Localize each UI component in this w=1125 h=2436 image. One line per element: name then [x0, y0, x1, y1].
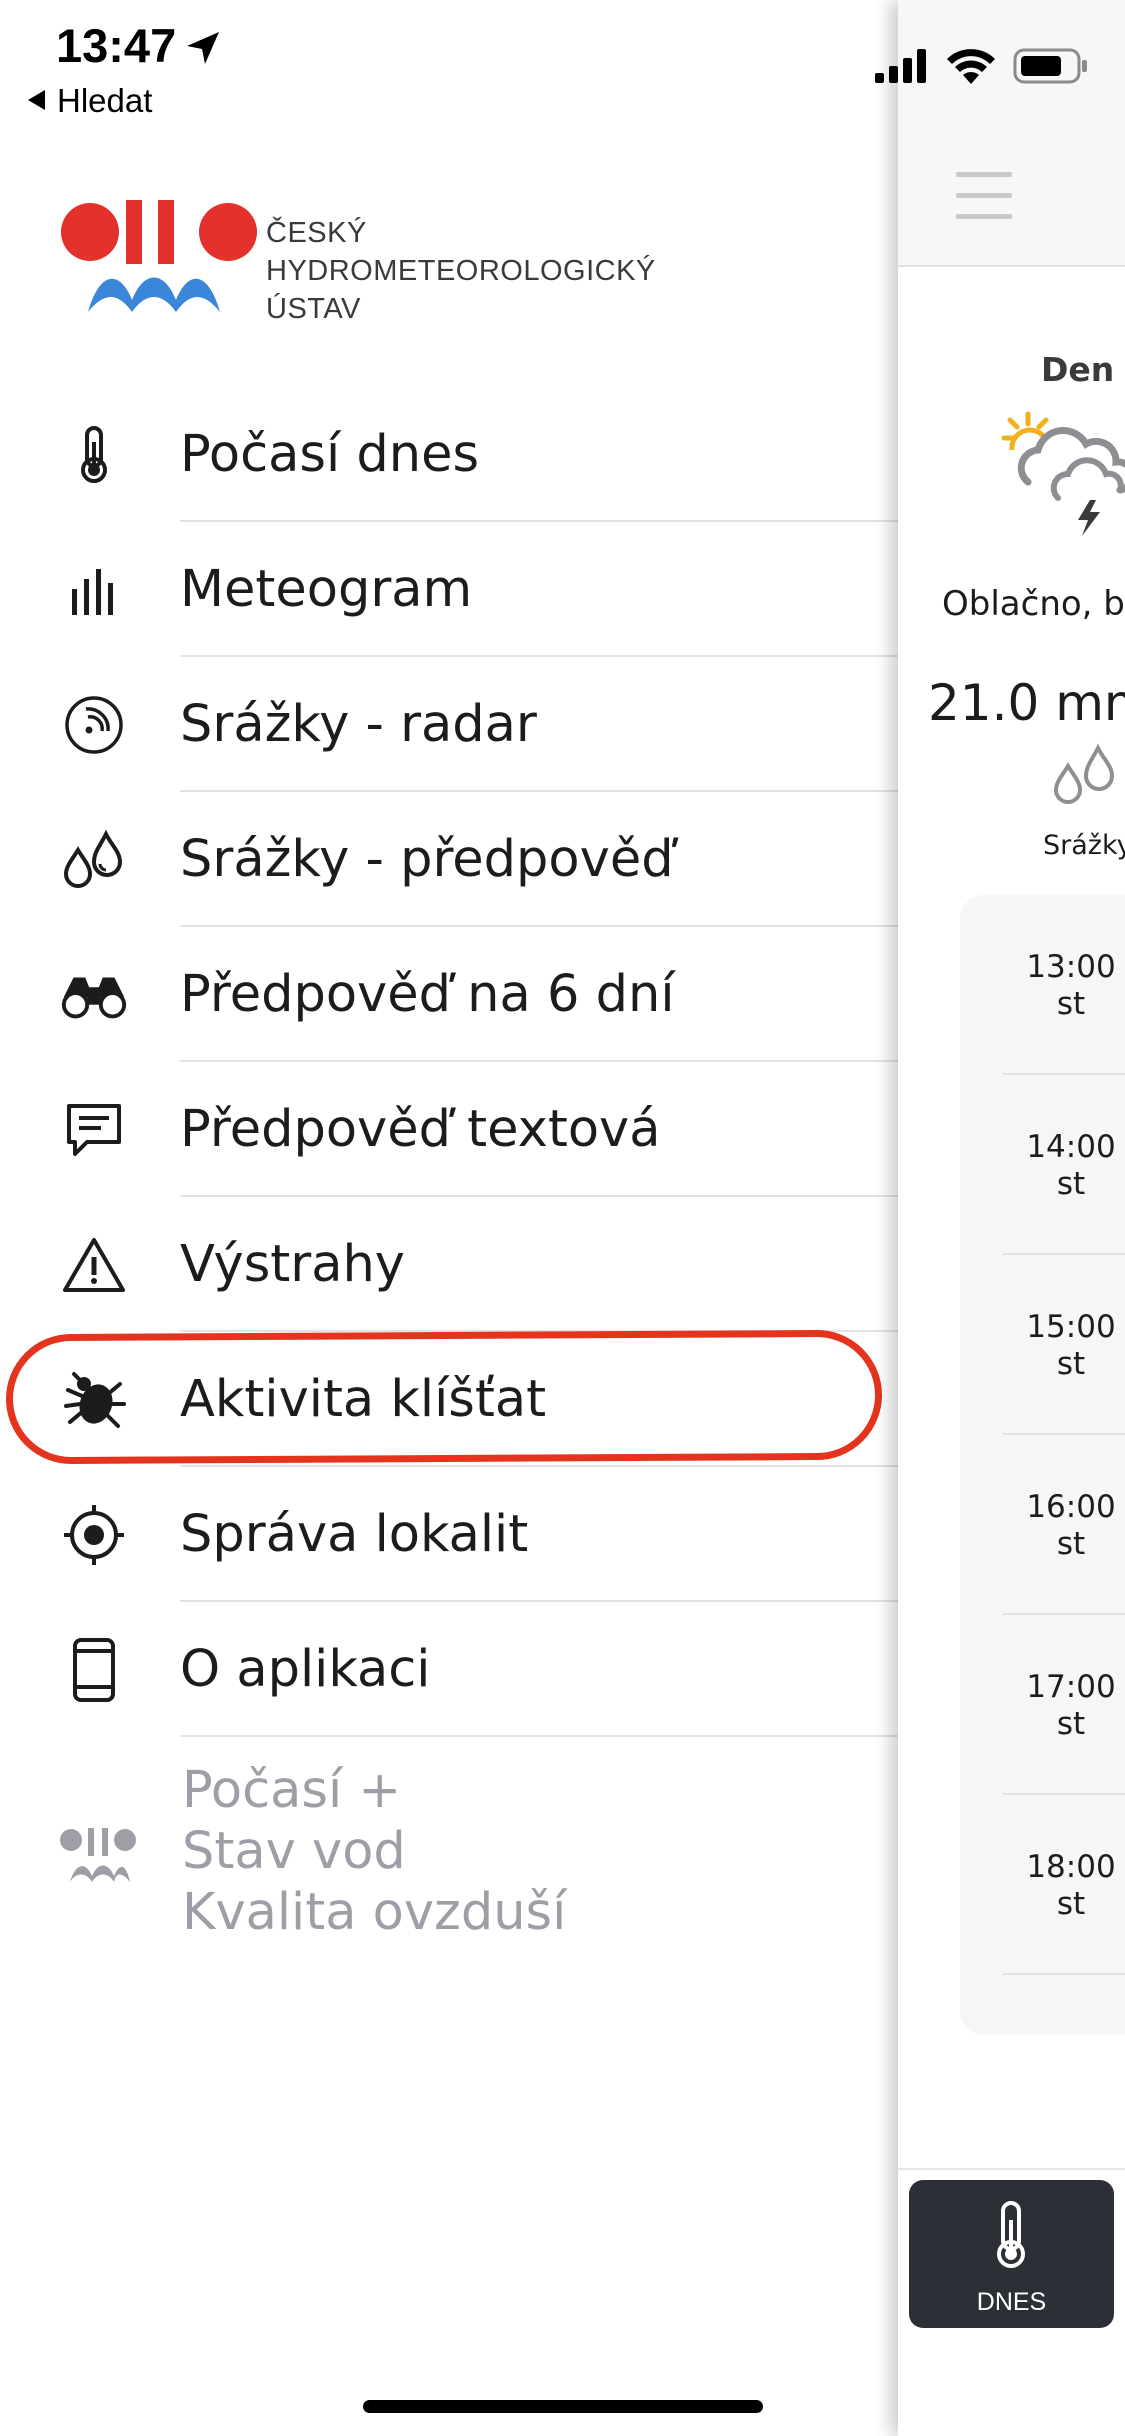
- precipitation-label: Srážky: [1043, 830, 1125, 861]
- hour-row[interactable]: 17:00 st: [960, 1615, 1125, 1795]
- binoculars-icon: [58, 967, 130, 1023]
- back-arrow-icon: [28, 90, 45, 111]
- cellular-signal-icon: [875, 49, 926, 83]
- hour-day: st: [1056, 1166, 1086, 1202]
- hour-time: 13:00: [1026, 949, 1116, 985]
- wifi-icon: [947, 49, 995, 84]
- menu-item-srazky-predpoved[interactable]: Srážky - předpověď: [0, 792, 898, 927]
- menu-item-label: Meteogram: [180, 560, 473, 619]
- menu-item-label: Správa lokalit: [180, 1505, 529, 1564]
- hour-day: st: [1056, 986, 1086, 1022]
- hour-time: 17:00: [1026, 1669, 1116, 1705]
- menu-item-vystrahy[interactable]: Výstrahy: [0, 1197, 898, 1332]
- menu-item-label: Počasí dnes: [180, 425, 480, 484]
- logo-text-line: ČESKÝ: [266, 217, 367, 249]
- raindrops-icon: [58, 830, 130, 888]
- menu-item-label: Srážky - radar: [180, 695, 537, 754]
- status-icons: [875, 48, 1089, 84]
- menu-item-label: Srážky - předpověď: [180, 830, 674, 889]
- logo-text: ČESKÝ HYDROMETEOROLOGICKÝ ÚSTAV: [266, 214, 656, 328]
- app-header: [898, 0, 1125, 267]
- menu-item-label: Předpověď na 6 dní: [180, 965, 675, 1024]
- radar-icon: [58, 696, 130, 754]
- hour-time: 16:00: [1026, 1489, 1116, 1525]
- hour-time: 14:00: [1026, 1129, 1116, 1165]
- divider: [180, 1735, 898, 1737]
- precipitation-amount: 21.0 mm: [928, 674, 1125, 732]
- menu-item-label: Předpověď textová: [180, 1100, 661, 1159]
- background-screen: Den Oblačno, bo 21.0 mm Srážky 13:00st 1…: [898, 0, 1125, 2436]
- hour-time: 18:00: [1026, 1849, 1116, 1885]
- menu-item-pocasi-dnes[interactable]: Počasí dnes: [0, 387, 898, 522]
- chmi-logo-icon: [60, 1828, 136, 1882]
- day-label: Den: [1041, 350, 1115, 389]
- menu-item-o-aplikaci[interactable]: O aplikaci: [0, 1602, 898, 1737]
- menu-item-sprava-lokalit[interactable]: Správa lokalit: [0, 1467, 898, 1602]
- hour-row[interactable]: 14:00 st: [960, 1075, 1125, 1255]
- related-app-line: Počasí +: [182, 1761, 402, 1820]
- raindrops-icon: [1053, 743, 1115, 804]
- location-arrow-icon: [187, 32, 219, 64]
- related-apps-link[interactable]: Počasí + Stav vod Kvalita ovzduší: [0, 1760, 898, 1950]
- tab-dnes[interactable]: DNES: [909, 2180, 1114, 2328]
- phone-icon: [58, 1638, 130, 1702]
- thermometer-icon: [997, 2201, 1025, 2268]
- hour-day: st: [1056, 1886, 1086, 1922]
- hour-row[interactable]: 18:00 st: [960, 1795, 1125, 1975]
- navigation-drawer: ČESKÝ HYDROMETEOROLOGICKÝ ÚSTAV Počasí d…: [0, 0, 898, 2436]
- related-app-line: Stav vod: [182, 1822, 406, 1881]
- thermometer-icon: [58, 426, 130, 483]
- bottom-tab-bar: DNES: [898, 2168, 1125, 2436]
- hour-row[interactable]: 16:00 st: [960, 1435, 1125, 1615]
- logo-text-line: HYDROMETEOROLOGICKÝ: [266, 255, 656, 287]
- condition-text: Oblačno, bo: [942, 584, 1125, 624]
- logo-text-line: ÚSTAV: [266, 293, 361, 325]
- sun-cloud-storm-icon: [1001, 411, 1125, 536]
- hamburger-menu-icon[interactable]: [956, 172, 1012, 235]
- back-to-search-link[interactable]: Hledat: [28, 82, 152, 120]
- red-highlight-ellipse: [5, 1329, 883, 1465]
- menu-item-predpoved-textova[interactable]: Předpověď textová: [0, 1062, 898, 1197]
- menu-item-predpoved-6-dni[interactable]: Předpověď na 6 dní: [0, 927, 898, 1062]
- hour-day: st: [1056, 1346, 1086, 1382]
- menu-item-label: O aplikaci: [180, 1640, 431, 1699]
- bar-chart-icon: [58, 562, 130, 618]
- menu-item-label: Výstrahy: [180, 1235, 405, 1294]
- menu-item-srazky-radar[interactable]: Srážky - radar: [0, 657, 898, 792]
- hourly-forecast-list: 13:00 st 14:00 st 15:00 st 16:00 st 17:00 st …: [960, 895, 1125, 2035]
- status-time: 13:47: [56, 19, 177, 72]
- chmi-logo: [61, 200, 257, 312]
- hour-row[interactable]: 15:00 st: [960, 1255, 1125, 1435]
- hour-time: 15:00: [1026, 1309, 1116, 1345]
- warning-icon: [58, 1237, 130, 1293]
- divider: [1002, 1973, 1125, 1975]
- back-label: Hledat: [57, 82, 153, 119]
- hour-day: st: [1056, 1706, 1086, 1742]
- related-app-line: Kvalita ovzduší: [182, 1883, 567, 1942]
- location-target-icon: [58, 1505, 130, 1565]
- menu-item-meteogram[interactable]: Meteogram: [0, 522, 898, 657]
- tab-label: DNES: [976, 2288, 1047, 2316]
- hour-day: st: [1056, 1526, 1086, 1562]
- battery-icon: [1013, 48, 1087, 84]
- chat-text-icon: [58, 1102, 130, 1158]
- home-indicator: [363, 2400, 763, 2413]
- hour-row[interactable]: 13:00 st: [960, 895, 1125, 1075]
